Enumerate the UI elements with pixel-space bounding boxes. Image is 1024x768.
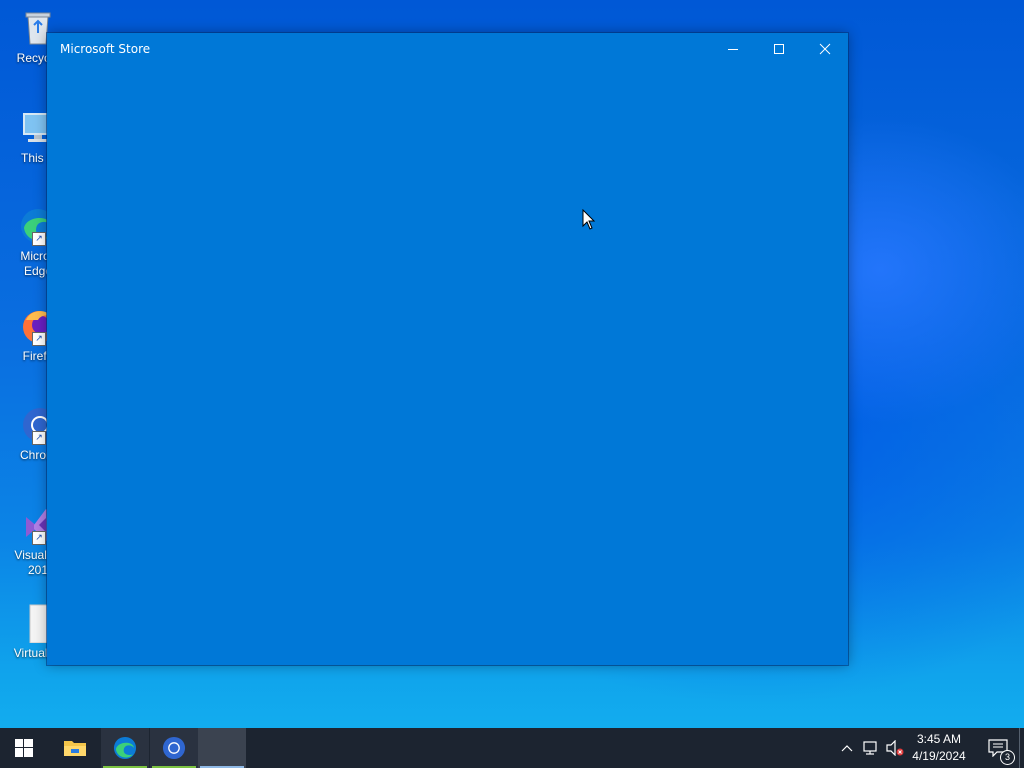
show-hidden-icons-button[interactable]: [838, 728, 856, 768]
start-button[interactable]: [0, 728, 48, 768]
taskbar-file-explorer[interactable]: [51, 728, 99, 768]
taskbar-chrome[interactable]: [150, 728, 198, 768]
shortcut-arrow-icon: ↗: [32, 531, 46, 545]
clock-date: 4/19/2024: [912, 749, 966, 763]
window-title: Microsoft Store: [60, 42, 151, 56]
close-button[interactable]: [802, 33, 848, 65]
taskbar-edge[interactable]: [101, 728, 149, 768]
edge-icon: [113, 736, 137, 760]
taskbar: 3:45 AM 4/19/2024 3: [0, 728, 1024, 768]
network-button[interactable]: [860, 728, 882, 768]
chevron-up-icon: [841, 745, 853, 752]
window-titlebar[interactable]: Microsoft Store: [47, 33, 848, 65]
volume-muted-icon: [886, 740, 904, 756]
clock-time: 3:45 AM: [916, 732, 962, 746]
microsoft-store-window[interactable]: Microsoft Store: [47, 33, 848, 665]
chrome-icon: [162, 736, 186, 760]
action-center-button[interactable]: 3: [978, 728, 1018, 768]
shortcut-arrow-icon: ↗: [32, 332, 46, 346]
folder-icon: [64, 741, 86, 756]
taskbar-microsoft-store[interactable]: [198, 728, 246, 768]
desktop-icons: Recycle This P ↗ Micros Edge ↗ Firefo ↗ …: [0, 0, 62, 728]
minimize-icon: [728, 49, 738, 50]
shortcut-arrow-icon: ↗: [32, 232, 46, 246]
shortcut-arrow-icon: ↗: [32, 431, 46, 445]
network-icon: [863, 741, 877, 755]
maximize-button[interactable]: [756, 33, 802, 65]
window-content-splash: [47, 65, 848, 665]
volume-button[interactable]: [884, 728, 906, 768]
desktop: Recycle This P ↗ Micros Edge ↗ Firefo ↗ …: [0, 0, 1024, 768]
close-icon: [819, 43, 831, 55]
maximize-icon: [774, 44, 784, 54]
mouse-cursor-icon: [582, 209, 596, 230]
windows-logo-icon: [15, 739, 33, 757]
minimize-button[interactable]: [710, 33, 756, 65]
taskbar-clock[interactable]: 3:45 AM 4/19/2024: [908, 731, 970, 767]
show-desktop-button[interactable]: [1019, 728, 1024, 768]
notification-count-badge: 3: [1000, 750, 1015, 765]
